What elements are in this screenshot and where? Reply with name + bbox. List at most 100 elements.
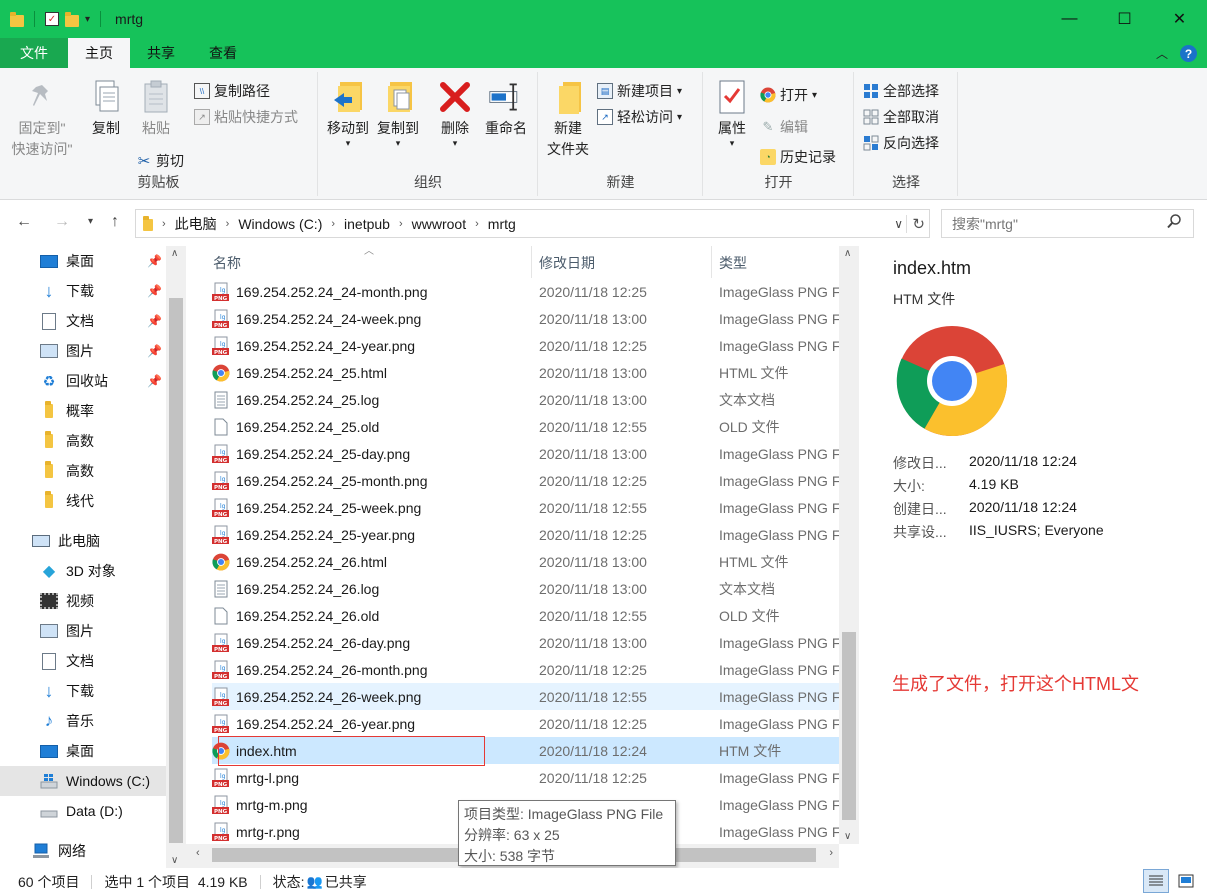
- close-button[interactable]: ✕: [1152, 0, 1207, 38]
- up-arrow-icon[interactable]: ↑: [111, 213, 119, 231]
- pin-icon[interactable]: 📌: [147, 284, 162, 298]
- nav-item-windows-c[interactable]: Windows (C:): [0, 766, 166, 796]
- maximize-button[interactable]: ☐: [1097, 0, 1152, 38]
- properties-button[interactable]: 属性 ▾: [712, 78, 752, 148]
- move-to-button[interactable]: 移动到 ▾: [325, 78, 371, 148]
- scroll-up-icon[interactable]: ∧: [844, 248, 851, 259]
- properties-icon[interactable]: ✓: [45, 12, 59, 26]
- nav-item-folder[interactable]: 概率: [0, 396, 166, 426]
- nav-item-pictures[interactable]: 图片 📌: [0, 336, 166, 366]
- nav-item-desktop[interactable]: 桌面 📌: [0, 246, 166, 276]
- select-all-button[interactable]: 全部选择: [863, 80, 939, 102]
- details-view-icon[interactable]: [1143, 869, 1169, 893]
- refresh-icon[interactable]: ↻: [906, 214, 925, 233]
- back-arrow-icon[interactable]: ←: [16, 213, 32, 231]
- pin-icon[interactable]: 📌: [147, 254, 162, 268]
- chevron-right-icon[interactable]: ›: [331, 218, 335, 230]
- large-icons-view-icon[interactable]: [1173, 869, 1199, 893]
- chevron-right-icon[interactable]: ›: [226, 218, 230, 230]
- nav-item-this-pc[interactable]: 此电脑: [0, 526, 166, 556]
- scroll-down-icon[interactable]: ∨: [844, 831, 851, 842]
- delete-button[interactable]: 删除 ▾: [435, 78, 475, 148]
- nav-item-documents[interactable]: 文档 📌: [0, 306, 166, 336]
- nav-item-downloads[interactable]: ↓ 下载 📌: [0, 276, 166, 306]
- easy-access-button[interactable]: ↗ 轻松访问 ▾: [597, 106, 682, 128]
- column-divider[interactable]: [711, 246, 712, 278]
- copy-path-button[interactable]: \\ 复制路径: [194, 80, 270, 102]
- file-row[interactable]: 169.254.252.24_25.html 2020/11/18 13:00 HT…: [212, 359, 839, 386]
- file-row[interactable]: lg PNG 169.254.252.24_25-month.png 2020/11/…: [212, 467, 839, 494]
- nav-item-folder[interactable]: 高数: [0, 456, 166, 486]
- file-row[interactable]: lg PNG 169.254.252.24_24-year.png 2020/11/1…: [212, 332, 839, 359]
- file-row[interactable]: lg PNG 169.254.252.24_26-year.png 2020/11/1…: [212, 710, 839, 737]
- file-row[interactable]: lg PNG 169.254.252.24_26-week.png 2020/11/1…: [212, 683, 839, 710]
- file-row[interactable]: 169.254.252.24_26.html 2020/11/18 13:00 HT…: [212, 548, 839, 575]
- new-folder-button[interactable]: 新建 文件夹: [543, 78, 593, 160]
- nav-item-pictures[interactable]: 图片: [0, 616, 166, 646]
- nav-item-desktop[interactable]: 桌面: [0, 736, 166, 766]
- column-divider[interactable]: [531, 246, 532, 278]
- search-box[interactable]: 搜索"mrtg": [941, 209, 1194, 238]
- scrollbar-thumb[interactable]: [169, 298, 183, 843]
- tab-home[interactable]: 主页: [68, 38, 130, 68]
- column-header-date[interactable]: 修改日期: [539, 253, 595, 273]
- chevron-right-icon[interactable]: ›: [162, 218, 166, 230]
- file-row[interactable]: lg PNG mrtg-l.png 2020/11/18 12:25 ImageGlas…: [212, 764, 839, 791]
- breadcrumb-wwwroot[interactable]: wwwroot: [412, 216, 466, 232]
- scroll-up-icon[interactable]: ∧: [171, 248, 178, 259]
- file-row[interactable]: lg PNG 169.254.252.24_25-day.png 2020/11/18…: [212, 440, 839, 467]
- address-bar[interactable]: › 此电脑 › Windows (C:) › inetpub › wwwroot…: [135, 209, 930, 238]
- nav-item-music[interactable]: ♪ 音乐: [0, 706, 166, 736]
- scroll-right-icon[interactable]: ›: [829, 847, 833, 859]
- tab-file[interactable]: 文件: [0, 38, 68, 68]
- column-header-name[interactable]: 名称: [213, 253, 241, 273]
- pin-icon[interactable]: 📌: [147, 374, 162, 388]
- pin-quick-access-button[interactable]: 固定到" 快速访问": [10, 78, 74, 160]
- tab-share[interactable]: 共享: [130, 38, 192, 68]
- collapse-ribbon-icon[interactable]: ︿: [1156, 45, 1168, 62]
- nav-item-3d-objects[interactable]: ◆ 3D 对象: [0, 556, 166, 586]
- chevron-right-icon[interactable]: ›: [399, 218, 403, 230]
- nav-item-documents[interactable]: 文档: [0, 646, 166, 676]
- edit-button[interactable]: ✎ 编辑: [760, 116, 808, 138]
- new-item-button[interactable]: ▤ 新建项目 ▾: [597, 80, 682, 102]
- pin-icon[interactable]: 📌: [147, 344, 162, 358]
- copy-button[interactable]: 复制: [86, 78, 126, 139]
- paste-shortcut-button[interactable]: ↗ 粘贴快捷方式: [194, 106, 298, 128]
- paste-button[interactable]: 粘贴: [136, 78, 176, 139]
- address-dropdown-icon[interactable]: ∨: [894, 217, 903, 231]
- file-row[interactable]: 169.254.252.24_26.old 2020/11/18 12:55 OLD…: [212, 602, 839, 629]
- nav-item-recycle-bin[interactable]: ♻ 回收站 📌: [0, 366, 166, 396]
- scroll-down-icon[interactable]: ∨: [171, 855, 178, 866]
- customize-toolbar-icon[interactable]: ▾: [85, 14, 90, 25]
- file-row[interactable]: lg PNG 169.254.252.24_24-week.png 2020/11/1…: [212, 305, 839, 332]
- chevron-right-icon[interactable]: ›: [475, 218, 479, 230]
- file-list-vertical-scrollbar[interactable]: ∧ ∨: [839, 246, 859, 844]
- recent-locations-icon[interactable]: ▾: [88, 216, 93, 227]
- file-row[interactable]: 169.254.252.24_26.log 2020/11/18 13:00 文本文…: [212, 575, 839, 602]
- file-row[interactable]: lg PNG 169.254.252.24_26-month.png 2020/11/…: [212, 656, 839, 683]
- new-folder-icon[interactable]: [65, 11, 79, 27]
- nav-item-downloads[interactable]: ↓ 下载: [0, 676, 166, 706]
- tab-view[interactable]: 查看: [192, 38, 254, 68]
- help-icon[interactable]: ?: [1180, 45, 1197, 62]
- file-row[interactable]: lg PNG 169.254.252.24_25-week.png 2020/11/1…: [212, 494, 839, 521]
- cut-button[interactable]: ✂ 剪切: [136, 150, 184, 172]
- navigation-scrollbar[interactable]: ∧ ∨: [166, 246, 186, 868]
- column-header-type[interactable]: 类型: [719, 253, 747, 273]
- rename-button[interactable]: 重命名: [481, 78, 531, 139]
- breadcrumb-mrtg[interactable]: mrtg: [488, 216, 516, 232]
- nav-item-data-d[interactable]: Data (D:): [0, 796, 166, 826]
- scrollbar-thumb[interactable]: [842, 632, 856, 820]
- nav-item-folder[interactable]: 线代: [0, 486, 166, 516]
- file-row[interactable]: 169.254.252.24_25.old 2020/11/18 12:55 OLD…: [212, 413, 839, 440]
- scroll-left-icon[interactable]: ‹: [196, 847, 200, 859]
- file-row[interactable]: lg PNG 169.254.252.24_25-year.png 2020/11/1…: [212, 521, 839, 548]
- breadcrumb-this-pc[interactable]: 此电脑: [175, 214, 217, 234]
- file-row[interactable]: lg PNG 169.254.252.24_24-month.png 2020/11/…: [212, 278, 839, 305]
- minimize-button[interactable]: —: [1042, 0, 1097, 38]
- file-row[interactable]: 169.254.252.24_25.log 2020/11/18 13:00 文本文…: [212, 386, 839, 413]
- forward-arrow-icon[interactable]: →: [54, 213, 70, 231]
- history-button[interactable]: ◔ 历史记录: [760, 146, 836, 168]
- breadcrumb-windows-c[interactable]: Windows (C:): [238, 216, 322, 232]
